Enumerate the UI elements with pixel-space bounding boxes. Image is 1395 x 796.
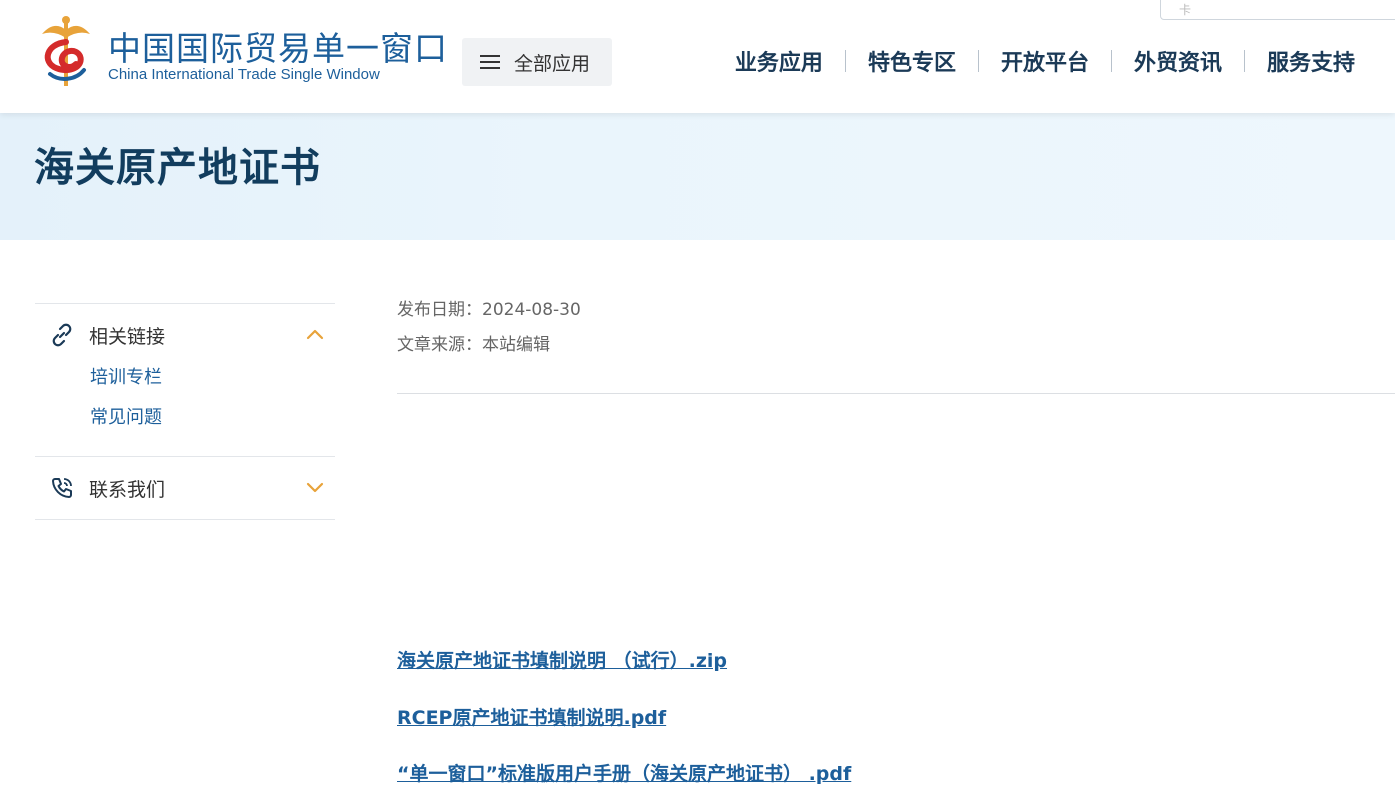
attachment-link[interactable]: RCEP原产地证书填制说明.pdf [397, 705, 851, 762]
sidebar-item-training[interactable]: 培训专栏 [90, 366, 335, 406]
article-meta: 发布日期：2024-08-30 文章来源：本站编辑 [397, 298, 581, 368]
article-source: 文章来源：本站编辑 [397, 335, 550, 355]
nav-business-apps[interactable]: 业务应用 [713, 45, 845, 77]
nav-open-platform[interactable]: 开放平台 [979, 45, 1111, 77]
sidebar-group-title: 相关链接 [89, 325, 166, 348]
all-apps-button[interactable]: 全部应用 [462, 38, 612, 86]
nav-featured-zone[interactable]: 特色专区 [846, 45, 978, 77]
meta-divider [397, 393, 1395, 394]
link-icon [52, 323, 72, 347]
sidebar-group-header-related-links[interactable]: 相关链接 [35, 304, 335, 366]
attachment-list: 海关原产地证书填制说明 （试行）.zip RCEP原产地证书填制说明.pdf “… [397, 648, 851, 796]
sidebar-group-title: 联系我们 [89, 478, 166, 501]
sidebar-group-related-links: 相关链接 培训专栏 常见问题 [35, 303, 335, 456]
logo-title-en: China International Trade Single Window [108, 66, 380, 83]
sidebar-group-contact-us: 联系我们 [35, 456, 335, 520]
search-placeholder: 卡 [1179, 3, 1192, 17]
attachment-link[interactable]: 海关原产地证书填制说明 （试行）.zip [397, 648, 851, 705]
sidebar-group-header-contact-us[interactable]: 联系我们 [35, 457, 335, 519]
site-logo[interactable]: 中国国际贸易单一窗口 China International Trade Sin… [36, 14, 447, 92]
nav-trade-news[interactable]: 外贸资讯 [1112, 45, 1244, 77]
search-input[interactable]: 卡 [1160, 0, 1395, 20]
logo-title-cn: 中国国际贸易单一窗口 [108, 29, 448, 68]
publish-date: 发布日期：2024-08-30 [397, 300, 581, 320]
customs-emblem-icon [42, 16, 90, 86]
site-header: 卡 中国国际贸易单一窗口 China International Trade S… [0, 0, 1395, 113]
chevron-up-icon [306, 329, 324, 340]
sidebar-item-faq[interactable]: 常见问题 [90, 406, 335, 446]
chevron-down-icon [306, 482, 324, 493]
sidebar-sublist: 培训专栏 常见问题 [35, 366, 335, 456]
top-navigation: 业务应用 特色专区 开放平台 外贸资讯 服务支持 [713, 42, 1377, 80]
attachment-link[interactable]: “单一窗口”标准版用户手册（海关原产地证书） .pdf [397, 761, 851, 796]
page-title: 海关原产地证书 [34, 145, 321, 191]
phone-icon [52, 478, 72, 498]
page-banner: 海关原产地证书 [0, 113, 1395, 240]
all-apps-label: 全部应用 [514, 52, 591, 75]
hamburger-menu-icon [480, 54, 500, 70]
sidebar: 相关链接 培训专栏 常见问题 联系我们 [35, 303, 335, 520]
nav-service-support[interactable]: 服务支持 [1245, 45, 1377, 77]
